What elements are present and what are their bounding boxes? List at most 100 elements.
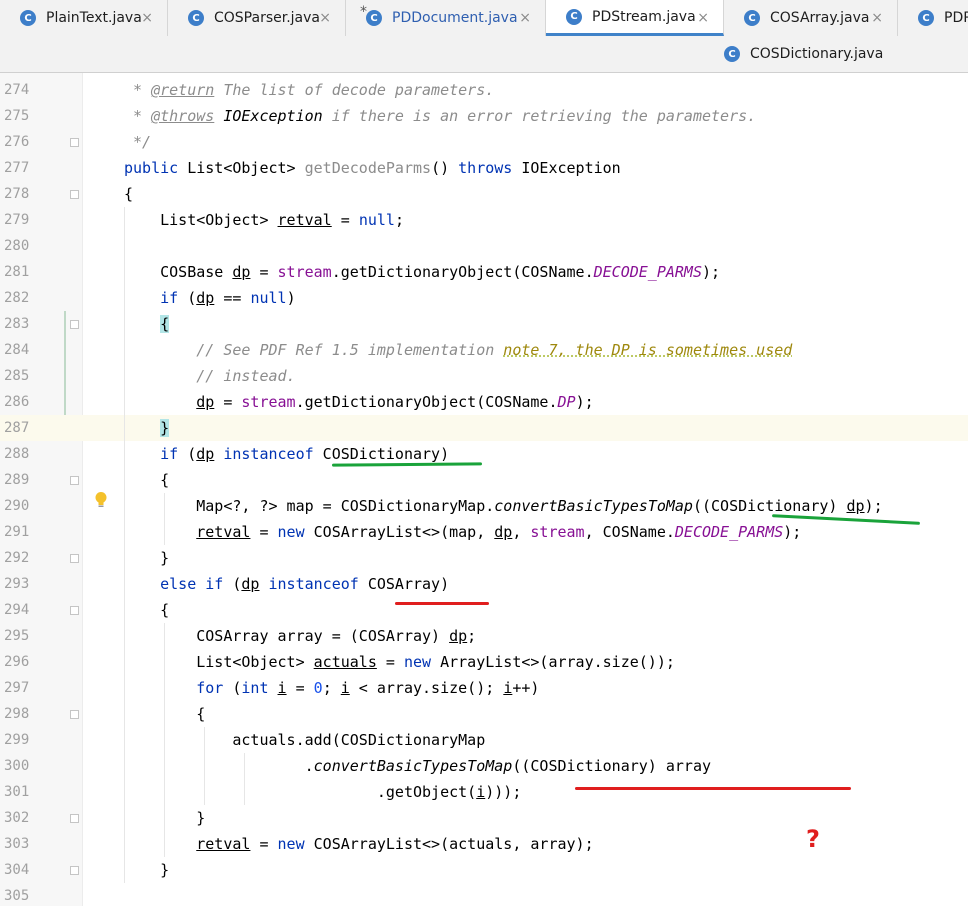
lightbulb-icon[interactable] [94, 491, 108, 513]
code-text[interactable]: .convertBasicTypesToMap((COSDictionary) … [124, 753, 711, 779]
code-editor[interactable]: 274 * @return The list of decode paramet… [0, 73, 968, 906]
line-number[interactable]: 296 [4, 649, 29, 675]
code-line[interactable]: 287 } [0, 415, 968, 441]
code-text[interactable]: * @return The list of decode parameters. [124, 77, 494, 103]
code-text[interactable]: * @throws IOException if there is an err… [124, 103, 756, 129]
line-number[interactable]: 274 [4, 77, 29, 103]
code-text[interactable]: dp = stream.getDictionaryObject(COSName.… [124, 389, 593, 415]
line-number[interactable]: 280 [4, 233, 29, 259]
line-number[interactable]: 290 [4, 493, 29, 519]
line-number[interactable]: 282 [4, 285, 29, 311]
code-line[interactable]: 285 // instead. [0, 363, 968, 389]
code-line[interactable]: 305 [0, 883, 968, 909]
code-line[interactable]: 286 dp = stream.getDictionaryObject(COSN… [0, 389, 968, 415]
code-text[interactable]: List<Object> actuals = new ArrayList<>(a… [124, 649, 675, 675]
code-line[interactable]: 304 } [0, 857, 968, 883]
code-line[interactable]: 288 if (dp instanceof COSDictionary) [0, 441, 968, 467]
code-line[interactable]: 276 */ [0, 129, 968, 155]
line-number[interactable]: 297 [4, 675, 29, 701]
code-line[interactable]: 284 // See PDF Ref 1.5 implementation no… [0, 337, 968, 363]
code-line[interactable]: 274 * @return The list of decode paramet… [0, 77, 968, 103]
line-number[interactable]: 279 [4, 207, 29, 233]
line-number[interactable]: 302 [4, 805, 29, 831]
code-line[interactable]: 296 List<Object> actuals = new ArrayList… [0, 649, 968, 675]
line-number[interactable]: 281 [4, 259, 29, 285]
code-line[interactable]: 291 retval = new COSArrayList<>(map, dp,… [0, 519, 968, 545]
code-text[interactable]: public List<Object> getDecodeParms() thr… [124, 155, 621, 181]
close-icon[interactable]: × [319, 10, 331, 26]
line-number[interactable]: 288 [4, 441, 29, 467]
line-number[interactable]: 278 [4, 181, 29, 207]
code-text[interactable]: else if (dp instanceof COSArray) [124, 571, 449, 597]
code-line[interactable]: 297 for (int i = 0; i < array.size(); i+… [0, 675, 968, 701]
code-line[interactable]: 280 [0, 233, 968, 259]
code-line[interactable]: 283 { [0, 311, 968, 337]
tab-cosparser[interactable]: C COSParser.java × [168, 0, 346, 36]
code-line[interactable]: 275 * @throws IOException if there is an… [0, 103, 968, 129]
tab-pddocument[interactable]: * C PDDocument.java × [346, 0, 546, 36]
line-number[interactable]: 292 [4, 545, 29, 571]
code-line[interactable]: 295 COSArray array = (COSArray) dp; [0, 623, 968, 649]
code-text[interactable]: } [124, 415, 170, 441]
line-number[interactable]: 298 [4, 701, 29, 727]
code-text[interactable]: // See PDF Ref 1.5 implementation note 7… [124, 337, 792, 363]
code-line[interactable]: 300 .convertBasicTypesToMap((COSDictiona… [0, 753, 968, 779]
line-number[interactable]: 277 [4, 155, 29, 181]
code-line[interactable]: 294 { [0, 597, 968, 623]
code-line[interactable]: 281 COSBase dp = stream.getDictionaryObj… [0, 259, 968, 285]
line-number[interactable]: 304 [4, 857, 29, 883]
line-number[interactable]: 305 [4, 883, 29, 909]
tab-pdstream[interactable]: C PDStream.java × [546, 0, 724, 36]
code-text[interactable]: } [124, 857, 169, 883]
close-icon[interactable]: × [519, 10, 531, 26]
code-text[interactable]: COSBase dp = stream.getDictionaryObject(… [124, 259, 720, 285]
code-text[interactable]: retval = new COSArrayList<>(actuals, arr… [124, 831, 593, 857]
close-icon[interactable]: × [871, 10, 883, 26]
code-text[interactable]: List<Object> retval = null; [124, 207, 404, 233]
code-line[interactable]: 290 Map<?, ?> map = COSDictionaryMap.con… [0, 493, 968, 519]
code-line[interactable]: 299 actuals.add(COSDictionaryMap [0, 727, 968, 753]
code-text[interactable]: { [124, 181, 133, 207]
close-icon[interactable]: × [141, 10, 153, 26]
tab-pdp[interactable]: C PDP [898, 0, 968, 36]
code-line[interactable]: 278 { [0, 181, 968, 207]
code-text[interactable]: { [124, 597, 169, 623]
line-number[interactable]: 283 [4, 311, 29, 337]
code-text[interactable]: actuals.add(COSDictionaryMap [124, 727, 485, 753]
code-text[interactable]: */ [124, 129, 151, 155]
line-number[interactable]: 276 [4, 129, 29, 155]
line-number[interactable]: 295 [4, 623, 29, 649]
code-text[interactable]: for (int i = 0; i < array.size(); i++) [124, 675, 539, 701]
code-text[interactable]: retval = new COSArrayList<>(map, dp, str… [124, 519, 801, 545]
code-line[interactable]: 293 else if (dp instanceof COSArray) [0, 571, 968, 597]
code-line[interactable]: 289 { [0, 467, 968, 493]
code-text[interactable]: Map<?, ?> map = COSDictionaryMap.convert… [124, 493, 882, 519]
close-icon[interactable]: × [697, 10, 709, 26]
code-line[interactable]: 279 List<Object> retval = null; [0, 207, 968, 233]
code-line[interactable]: 298 { [0, 701, 968, 727]
tab-cosdictionary[interactable]: C COSDictionary.java [704, 36, 904, 72]
tab-plaintext[interactable]: C PlainText.java × [0, 0, 168, 36]
code-line[interactable]: 277 public List<Object> getDecodeParms() … [0, 155, 968, 181]
line-number[interactable]: 303 [4, 831, 29, 857]
line-number[interactable]: 284 [4, 337, 29, 363]
line-number[interactable]: 286 [4, 389, 29, 415]
code-line[interactable]: 301 .getObject(i))); [0, 779, 968, 805]
line-number[interactable]: 301 [4, 779, 29, 805]
code-line[interactable]: 292 } [0, 545, 968, 571]
code-line[interactable]: 303 retval = new COSArrayList<>(actuals,… [0, 831, 968, 857]
code-text[interactable]: .getObject(i))); [124, 779, 522, 805]
line-number[interactable]: 294 [4, 597, 29, 623]
code-text[interactable]: } [124, 545, 169, 571]
line-number[interactable]: 291 [4, 519, 29, 545]
code-text[interactable]: { [124, 311, 170, 337]
code-text[interactable]: // instead. [124, 363, 295, 389]
code-text[interactable]: { [124, 467, 169, 493]
code-text[interactable]: COSArray array = (COSArray) dp; [124, 623, 476, 649]
line-number[interactable]: 293 [4, 571, 29, 597]
line-number[interactable]: 285 [4, 363, 29, 389]
code-line[interactable]: 282 if (dp == null) [0, 285, 968, 311]
code-text[interactable]: if (dp == null) [124, 285, 295, 311]
line-number[interactable]: 275 [4, 103, 29, 129]
line-number[interactable]: 289 [4, 467, 29, 493]
